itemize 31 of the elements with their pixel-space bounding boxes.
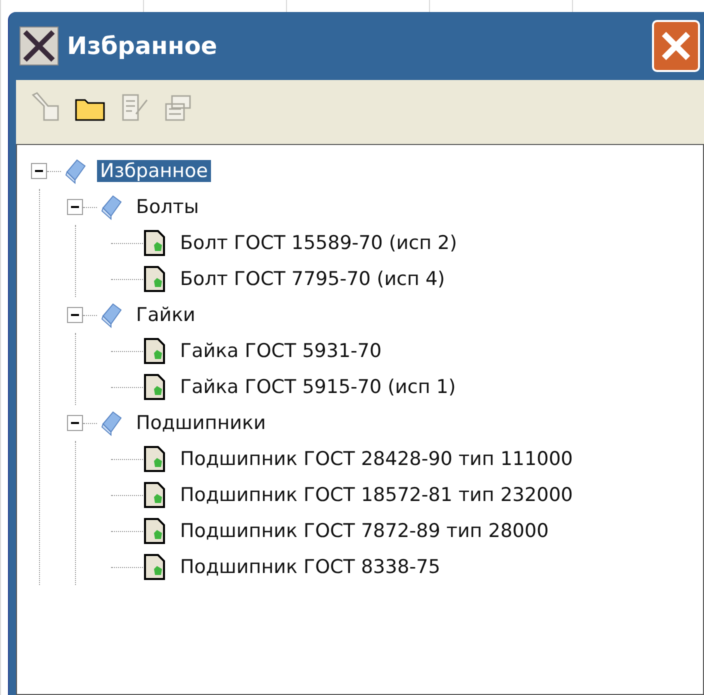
- tree-item[interactable]: Гайка ГОСТ 5931-70: [177, 340, 385, 362]
- tree-item[interactable]: Подшипник ГОСТ 28428-90 тип 111000: [177, 448, 576, 470]
- tree-item[interactable]: Болт ГОСТ 7795-70 (исп 4): [177, 268, 448, 290]
- document-icon: [143, 482, 167, 508]
- tree-item[interactable]: Избранное: [97, 160, 211, 182]
- book-icon: [99, 302, 123, 328]
- collapse-toggle[interactable]: [67, 415, 83, 431]
- book-icon: [99, 194, 123, 220]
- tree-item[interactable]: Гайки: [133, 304, 198, 326]
- tree-item[interactable]: Подшипник ГОСТ 18572-81 тип 232000: [177, 484, 576, 506]
- collapse-toggle[interactable]: [31, 163, 47, 179]
- book-icon: [99, 410, 123, 436]
- tree-item[interactable]: Болты: [133, 196, 202, 218]
- document-icon: [143, 518, 167, 544]
- window-title: Избранное: [67, 32, 218, 60]
- document-icon: [143, 338, 167, 364]
- close-icon: [659, 29, 693, 63]
- tree-item[interactable]: Болт ГОСТ 15589-70 (исп 2): [177, 232, 460, 254]
- book-icon: [63, 158, 87, 184]
- document-icon: [143, 446, 167, 472]
- tree-item[interactable]: Подшипники: [133, 412, 269, 434]
- tree-item[interactable]: Подшипник ГОСТ 8338-75: [177, 556, 444, 578]
- document-icon: [143, 230, 167, 256]
- document-icon: [143, 554, 167, 580]
- collapse-toggle[interactable]: [67, 307, 83, 323]
- collapse-toggle[interactable]: [67, 199, 83, 215]
- tree-item[interactable]: Подшипник ГОСТ 7872-89 тип 28000: [177, 520, 552, 542]
- tree-item[interactable]: Гайка ГОСТ 5915-70 (исп 1): [177, 376, 459, 398]
- close-button[interactable]: [652, 20, 700, 72]
- document-icon: [143, 374, 167, 400]
- document-icon: [143, 266, 167, 292]
